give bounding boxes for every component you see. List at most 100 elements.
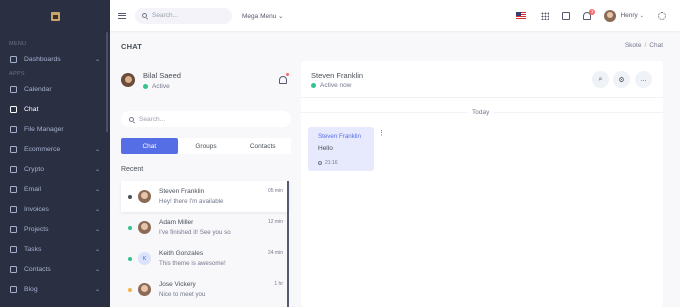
- sidebar-item-label: Dashboards: [24, 55, 61, 63]
- sidebar-scrollbar[interactable]: [106, 32, 108, 132]
- message-time-label: 21:16: [325, 160, 338, 166]
- receipt-icon: [10, 205, 17, 213]
- sidebar-item-dashboards[interactable]: Dashboards ⌄: [0, 49, 110, 69]
- search-input[interactable]: Search...: [135, 7, 232, 24]
- sidebar-item-label: Ecommerce: [24, 145, 61, 153]
- calendar-icon: [10, 85, 17, 93]
- mega-menu-dropdown[interactable]: Mega Menu ⌄: [242, 12, 284, 20]
- status-dot-icon: [128, 287, 132, 292]
- conversation-panel: Steven Franklin Active now ⌕ ⚙ … Today S…: [301, 61, 663, 307]
- sidebar-item-label: Crypto: [24, 165, 45, 173]
- list-item[interactable]: Jose Vickery Nice to meet you 1 hr: [121, 274, 289, 305]
- chat-last-message: I've finished it! See you so: [159, 229, 231, 236]
- more-horizontal-icon: …: [640, 76, 647, 83]
- tab-groups[interactable]: Groups: [178, 138, 235, 154]
- sidebar-item-label: File Manager: [24, 125, 64, 133]
- us-flag-icon[interactable]: [516, 12, 527, 19]
- message-bubble: Steven Franklin Hello 21:16: [308, 127, 374, 171]
- topbar-actions: 3 Henry ⌄: [516, 0, 666, 31]
- sidebar-item-contacts[interactable]: Contacts ⌄: [0, 259, 110, 279]
- page-title: CHAT: [121, 42, 143, 51]
- gear-icon[interactable]: [658, 11, 666, 20]
- list-item[interactable]: K Keith Gonzales This theme is awesome! …: [121, 243, 289, 274]
- fullscreen-icon[interactable]: [562, 11, 571, 20]
- sidebar-item-file-manager[interactable]: File Manager: [0, 119, 110, 139]
- chevron-down-icon[interactable]: ⌄: [640, 13, 644, 19]
- day-divider-label: Today: [467, 109, 495, 116]
- sidebar-item-ecommerce[interactable]: Ecommerce ⌄: [0, 139, 110, 159]
- more-options-button[interactable]: …: [635, 71, 652, 88]
- sidebar-item-invoices[interactable]: Invoices ⌄: [0, 199, 110, 219]
- chevron-down-icon: ⌄: [94, 226, 100, 233]
- status-label: Active: [152, 82, 170, 90]
- online-dot-icon: [143, 83, 148, 89]
- briefcase-icon: [10, 225, 17, 233]
- chat-time: 05 min: [267, 188, 283, 194]
- sidebar-item-chat[interactable]: Chat: [0, 99, 110, 119]
- chat-icon: [10, 105, 17, 113]
- chat-time: 24 min: [267, 250, 283, 256]
- chat-time: 12 min: [267, 219, 283, 225]
- chat-list-scrollbar[interactable]: [287, 181, 289, 307]
- tab-chat[interactable]: Chat: [121, 138, 178, 154]
- chat-time: 1 hr: [274, 281, 283, 287]
- search-icon: ⌕: [598, 75, 603, 83]
- chat-search-input[interactable]: Search...: [121, 111, 291, 127]
- chat-search-placeholder: Search...: [139, 115, 166, 123]
- sidebar-item-label: Tasks: [24, 245, 42, 253]
- sidebar-item-label: Calendar: [24, 85, 52, 93]
- file-icon: [10, 125, 17, 133]
- status-dot-icon: [128, 225, 132, 230]
- store-icon: [10, 145, 17, 153]
- logo[interactable]: [0, 0, 110, 33]
- chat-contact-name: Jose Vickery: [159, 281, 196, 288]
- sidebar-item-calendar[interactable]: Calendar: [0, 79, 110, 99]
- search-icon: [129, 116, 134, 122]
- chevron-down-icon: ⌄: [94, 206, 100, 213]
- search-button[interactable]: ⌕: [592, 71, 609, 88]
- list-item[interactable]: Adam Miller I've finished it! See you so…: [121, 212, 289, 243]
- topbar: Search... Mega Menu ⌄ 3 Henry ⌄: [110, 0, 680, 31]
- sidebar-item-tasks[interactable]: Tasks ⌄: [0, 239, 110, 259]
- sidebar-item-label: Email: [24, 185, 41, 193]
- user-avatar[interactable]: [604, 9, 617, 22]
- breadcrumb-item-skote[interactable]: Skote: [625, 42, 642, 49]
- sidebar-item-label: Projects: [24, 225, 49, 233]
- message-time: 21:16: [318, 160, 364, 166]
- apps-grid-icon[interactable]: [541, 11, 550, 20]
- breadcrumb: Skote / Chat: [625, 42, 663, 49]
- blog-icon: [10, 285, 17, 293]
- sidebar-item-projects[interactable]: Projects ⌄: [0, 219, 110, 239]
- more-vertical-icon[interactable]: ⋮: [378, 129, 385, 137]
- task-icon: [10, 245, 17, 253]
- sidebar-item-crypto[interactable]: Crypto ⌄: [0, 159, 110, 179]
- notifications-badge: 3: [588, 8, 596, 15]
- sidebar-item-blog[interactable]: Blog ⌄: [0, 279, 110, 299]
- sidebar-item-label: Invoices: [24, 205, 49, 213]
- user-name[interactable]: Henry: [620, 12, 637, 19]
- avatar-initial: K: [138, 252, 151, 265]
- hamburger-menu-icon[interactable]: [118, 12, 126, 19]
- conversation-contact-name: Steven Franklin: [311, 71, 364, 80]
- sidebar-item-email[interactable]: Email ⌄: [0, 179, 110, 199]
- tab-contacts[interactable]: Contacts: [234, 138, 291, 154]
- chat-sidebar: Bilal Saeed Active Search... Chat Groups…: [121, 61, 291, 173]
- settings-button[interactable]: ⚙: [613, 71, 630, 88]
- breadcrumb-item-chat: Chat: [649, 42, 663, 49]
- chat-tabs: Chat Groups Contacts: [121, 138, 291, 154]
- current-user-status[interactable]: Active: [143, 83, 181, 90]
- home-icon: [10, 55, 17, 63]
- chevron-down-icon: ⌄: [94, 246, 100, 253]
- list-item[interactable]: Steven Franklin Hey! there I'm available…: [121, 181, 289, 212]
- conversation-header: Steven Franklin Active now ⌕ ⚙ …: [301, 61, 663, 98]
- notifications-bell-icon[interactable]: 3: [583, 8, 596, 20]
- chat-list: Steven Franklin Hey! there I'm available…: [121, 181, 289, 307]
- contacts-icon: [10, 265, 17, 273]
- chevron-down-icon: ⌄: [94, 146, 100, 153]
- chat-last-message: Hey! there I'm available: [159, 198, 224, 205]
- avatar: [121, 73, 135, 87]
- chat-last-message: This theme is awesome!: [159, 260, 226, 267]
- notification-bell-icon[interactable]: [279, 73, 289, 84]
- message-sender: Steven Franklin: [318, 133, 361, 140]
- chat-last-message: Nice to meet you: [159, 291, 206, 298]
